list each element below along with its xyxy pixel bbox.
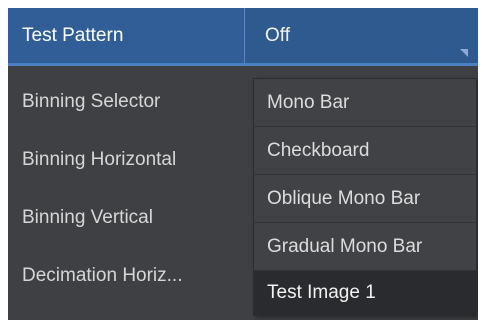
dropdown-option-mono-bar[interactable]: Mono Bar	[254, 79, 476, 127]
chevron-down-icon[interactable]	[460, 49, 468, 57]
dropdown-option-oblique-mono-bar[interactable]: Oblique Mono Bar	[254, 175, 476, 223]
test-pattern-select[interactable]: Off	[244, 8, 478, 63]
property-panel: Test Pattern Off Binning Selector Binnin…	[8, 8, 478, 320]
test-pattern-dropdown-list: Mono Bar Checkboard Oblique Mono Bar Gra…	[253, 78, 477, 316]
select-value: Off	[265, 24, 290, 46]
option-label: Oblique Mono Bar	[267, 187, 421, 209]
option-label: Test Image 1	[267, 282, 376, 303]
property-label: Test Pattern	[22, 24, 124, 46]
property-label: Binning Selector	[22, 91, 161, 112]
property-label: Binning Horizontal	[22, 149, 177, 170]
option-label: Checkboard	[267, 139, 370, 161]
dropdown-option-test-image-1[interactable]: Test Image 1	[254, 271, 476, 315]
option-label: Gradual Mono Bar	[267, 235, 423, 257]
option-label: Mono Bar	[267, 91, 350, 113]
property-label: Decimation Horiz...	[22, 265, 183, 286]
dropdown-option-gradual-mono-bar[interactable]: Gradual Mono Bar	[254, 223, 476, 271]
property-row-test-pattern[interactable]: Test Pattern Off	[8, 8, 478, 66]
dropdown-option-checkboard[interactable]: Checkboard	[254, 127, 476, 175]
property-label: Binning Vertical	[22, 207, 153, 228]
